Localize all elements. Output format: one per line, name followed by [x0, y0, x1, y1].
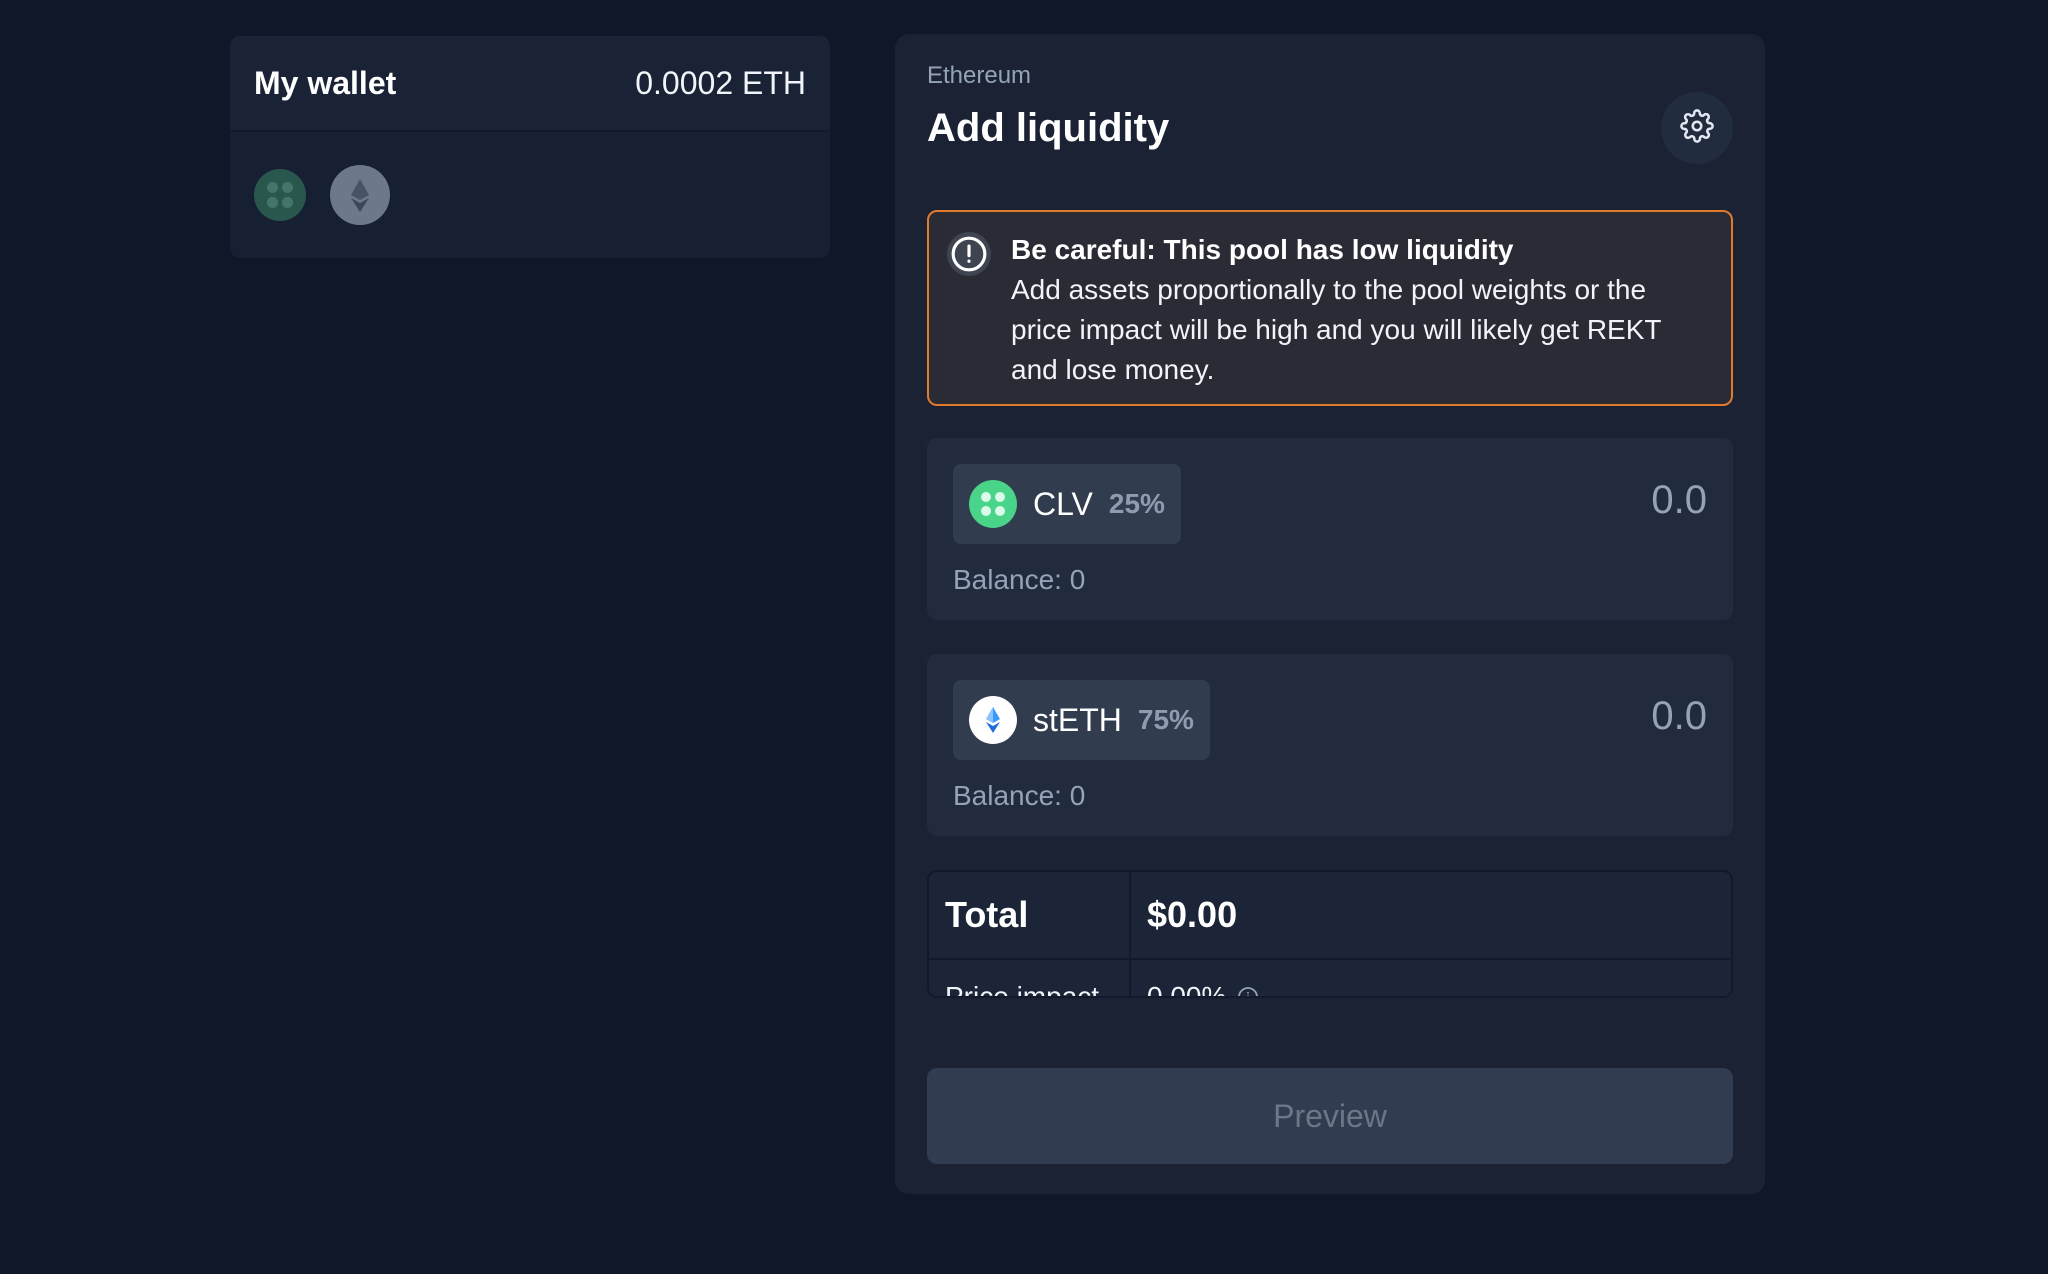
preview-button[interactable]: Preview	[927, 1068, 1733, 1164]
settings-button[interactable]	[1661, 92, 1733, 164]
token-symbol: stETH	[1033, 701, 1122, 738]
price-impact-label: Price impact	[929, 960, 1131, 996]
page-title: Add liquidity	[927, 106, 1170, 150]
steth-token-icon	[969, 696, 1017, 744]
price-impact-cell: 0.00%	[1131, 960, 1731, 998]
total-label: Total	[929, 872, 1131, 958]
token-input-steth: stETH 75% 0.0 Balance: 0	[927, 654, 1733, 836]
clv-token-icon[interactable]	[254, 169, 306, 221]
token-input-clv: CLV 25% 0.0 Balance: 0	[927, 438, 1733, 620]
low-liquidity-alert: Be careful: This pool has low liquidity …	[927, 210, 1733, 406]
page: My wallet 0.0002 ETH Ethereum Add liquid…	[0, 0, 2048, 1274]
info-icon[interactable]	[1236, 985, 1260, 996]
token-weight: 75%	[1137, 704, 1194, 735]
total-value: $0.00	[1147, 894, 1238, 935]
token-balance: Balance: 0	[953, 564, 1086, 595]
alert-text: Add assets proportionally to the pool we…	[1011, 274, 1661, 385]
total-row: Total $0.00	[929, 872, 1731, 960]
wallet-token-list	[230, 132, 830, 258]
token-weight: 25%	[1108, 488, 1165, 519]
wallet-balance: 0.0002 ETH	[635, 64, 806, 101]
amount-input[interactable]: 0.0	[1651, 478, 1707, 523]
price-impact-row: Price impact 0.00%	[929, 960, 1731, 998]
network-label: Ethereum	[927, 62, 1032, 89]
wallet-title: My wallet	[254, 64, 397, 101]
wallet-header: My wallet 0.0002 ETH	[230, 36, 830, 132]
steth-token-icon[interactable]	[330, 165, 390, 225]
gear-icon	[1680, 108, 1714, 148]
add-liquidity-card: Ethereum Add liquidity Be careful: This …	[895, 34, 1765, 1194]
token-selector-steth[interactable]: stETH 75%	[953, 680, 1210, 760]
token-symbol: CLV	[1033, 485, 1093, 522]
amount-input[interactable]: 0.0	[1651, 694, 1707, 739]
token-selector-clv[interactable]: CLV 25%	[953, 464, 1181, 544]
summary-table: Total $0.00 Price impact 0.00%	[927, 870, 1733, 998]
alert-title: Be careful: This pool has low liquidity	[1011, 234, 1514, 265]
price-impact-value: 0.00%	[1147, 981, 1227, 998]
wallet-card: My wallet 0.0002 ETH	[230, 36, 830, 258]
token-balance: Balance: 0	[953, 780, 1086, 811]
exclamation-circle-icon	[947, 232, 991, 276]
clv-token-icon	[969, 480, 1017, 528]
